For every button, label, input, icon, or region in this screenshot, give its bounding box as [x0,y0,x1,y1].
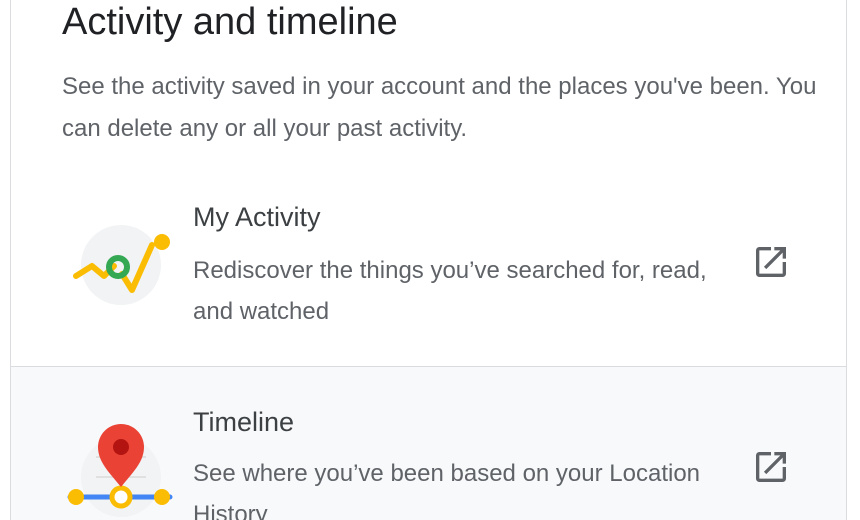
page: Activity and timeline See the activity s… [0,0,860,520]
open-in-new-icon[interactable] [751,242,791,282]
my-activity-description: Rediscover the things you’ve searched fo… [193,257,707,325]
timeline-description: See where you’ve been based on your Loca… [193,460,701,520]
timeline-icon [66,417,176,520]
my-activity-row[interactable]: My Activity Rediscover the things you’ve… [11,180,846,366]
my-activity-title: My Activity [193,202,321,232]
timeline-row[interactable]: Timeline See where you’ve been based on … [11,367,846,520]
timeline-title: Timeline [193,407,295,437]
section-title: Activity and timeline [62,1,398,43]
open-in-new-icon[interactable] [751,447,791,487]
section-description: See the activity saved in your account a… [62,73,817,142]
my-activity-icon [66,220,176,315]
